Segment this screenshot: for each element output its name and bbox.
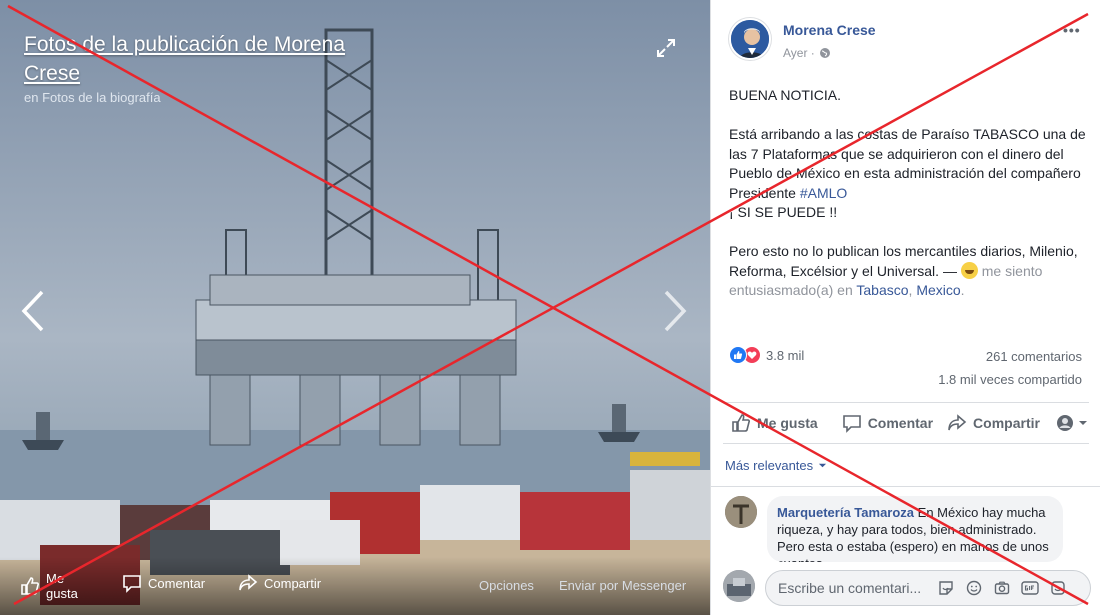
comment-button[interactable]: Comentar [836, 413, 939, 433]
sticker-pack-icon[interactable] [1048, 578, 1068, 598]
post-paragraph-3: Pero esto no lo publican los mercantiles… [729, 242, 1089, 301]
post-end-period: . [960, 282, 965, 298]
comment-author-link[interactable]: Marquetería Tamaroza [777, 505, 914, 520]
photo-like-button[interactable]: Me gusta [20, 571, 86, 601]
post-paragraph-2: Está arribando a las costas de Paraíso T… [729, 125, 1089, 223]
viewer-avatar [723, 570, 755, 602]
post-panel: Morena Crese Ayer · ••• BUENA NOTICIA. E… [710, 0, 1100, 615]
emoji-icon[interactable] [964, 578, 984, 598]
share-arrow-icon [948, 414, 967, 431]
comments-count-link[interactable]: 261 comentarios [986, 349, 1082, 364]
post-timestamp[interactable]: Ayer · [783, 46, 831, 60]
previous-photo-arrow-icon[interactable] [18, 288, 48, 334]
excited-emoji-icon [960, 261, 978, 279]
comment-sort-dropdown[interactable]: Más relevantes [725, 458, 827, 473]
photo-action-bar: Me gusta Comentar Compartir Opciones Env… [0, 557, 710, 615]
post-actions-bar: Me gusta Comentar Compartir [723, 402, 1089, 444]
share-arrow-icon [239, 574, 258, 591]
shares-count-link[interactable]: 1.8 mil veces compartido [938, 372, 1082, 387]
profile-avatar-icon [1056, 415, 1073, 431]
photo-share-label: Compartir [264, 575, 322, 591]
post-body: BUENA NOTICIA. Está arribando a las cost… [729, 86, 1089, 320]
comment-input[interactable] [778, 580, 928, 596]
photo-comment-label: Comentar [148, 575, 206, 591]
expand-icon[interactable] [654, 36, 678, 60]
photo-title-link[interactable]: Fotos de la publicación de Morena Crese [24, 30, 404, 88]
audience-selector[interactable] [1056, 414, 1088, 432]
post-time-text: Ayer · [783, 46, 815, 60]
comment-button-label: Comentar [867, 415, 934, 431]
caret-down-icon [1078, 421, 1087, 425]
more-options-icon[interactable]: ••• [1063, 22, 1081, 38]
photo-comment-button[interactable]: Comentar [122, 573, 205, 593]
photo-viewer: Fotos de la publicación de Morena Crese … [0, 0, 710, 615]
location-mexico-link[interactable]: Mexico [916, 282, 960, 298]
comment-bubble-icon [842, 415, 861, 433]
location-tabasco-link[interactable]: Tabasco [856, 282, 908, 298]
post-paragraph-2-exclaim: ¡ SI SE PUEDE !! [729, 204, 838, 220]
caret-down-icon [819, 463, 827, 468]
gif-icon[interactable] [1020, 578, 1040, 598]
like-button-label: Me gusta [757, 415, 818, 431]
reactions-count: 3.8 mil [766, 347, 805, 363]
comment-composer [765, 570, 1091, 606]
like-reaction-icon [729, 346, 747, 364]
commenter-avatar[interactable] [725, 496, 757, 528]
comment-bubble-icon [123, 575, 141, 593]
send-messenger-link[interactable]: Enviar por Messenger [559, 578, 686, 593]
reactions-summary[interactable]: 3.8 mil [729, 346, 804, 364]
photo-share-button[interactable]: Compartir [238, 573, 321, 593]
thumbs-up-icon [21, 577, 39, 595]
sticker-icon[interactable] [936, 578, 956, 598]
photo-options-link[interactable]: Opciones [479, 578, 534, 593]
post-paragraph-1: BUENA NOTICIA. [729, 87, 842, 103]
globe-icon [819, 48, 830, 58]
page-name-link[interactable]: Morena Crese [783, 22, 876, 38]
comment-item: Marquetería Tamaroza En México hay mucha… [767, 496, 1063, 562]
hashtag-link[interactable]: #AMLO [800, 185, 847, 201]
photo-album-link[interactable]: en Fotos de la biografía [24, 90, 161, 105]
post-paragraph-2-text: Está arribando a las costas de Paraíso T… [729, 126, 1086, 201]
like-button[interactable]: Me gusta [725, 413, 824, 433]
comment-sort-label: Más relevantes [725, 458, 814, 473]
next-photo-arrow-icon[interactable] [660, 288, 690, 334]
share-button[interactable]: Compartir [941, 413, 1046, 433]
thumbs-up-icon [732, 414, 750, 432]
share-button-label: Compartir [973, 415, 1040, 431]
comments-divider [711, 486, 1100, 487]
photo-like-label: Me gusta [46, 571, 78, 601]
camera-icon[interactable] [992, 578, 1012, 598]
page-avatar[interactable] [729, 18, 771, 60]
